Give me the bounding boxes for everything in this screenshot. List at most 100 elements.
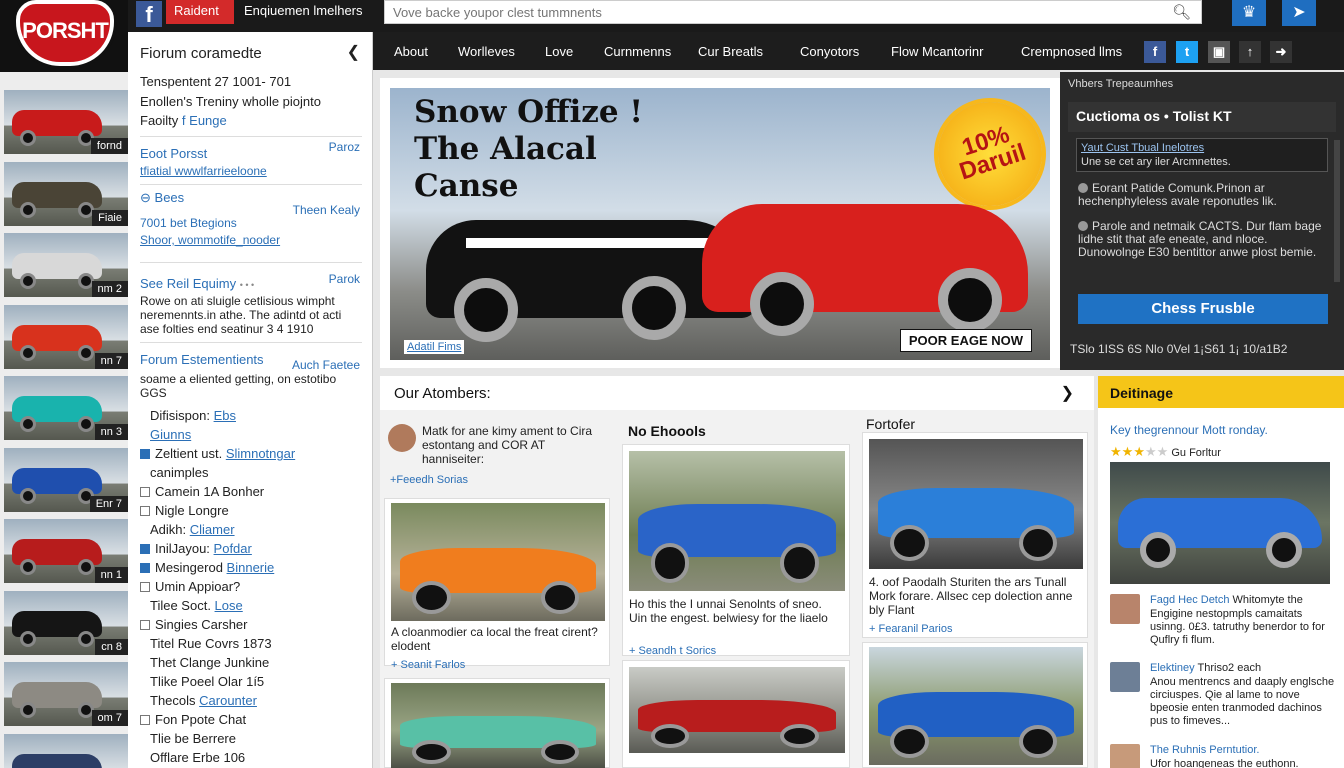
forum-list-item[interactable]: Thecols Carounter xyxy=(150,693,257,708)
forum-list-item[interactable]: Giunns xyxy=(150,427,191,442)
hero-caption-link[interactable]: Adatil Fims xyxy=(404,340,465,354)
top-red-button[interactable]: Raident xyxy=(166,0,234,24)
checkbox[interactable] xyxy=(140,620,150,630)
forum-line-3-link[interactable]: f Eunge xyxy=(182,113,227,128)
intro-link[interactable]: +Feeedh Sorias xyxy=(390,474,468,486)
twitter-icon[interactable]: t xyxy=(1176,41,1198,63)
post-title-link[interactable]: Elektiney xyxy=(1150,662,1195,674)
car-thumbnail[interactable]: nn 3 xyxy=(4,376,128,440)
section-right-link[interactable]: Theen Kealy xyxy=(293,203,360,217)
sidebar-link[interactable]: Key thegrennour Mott ronday. xyxy=(1110,423,1268,437)
list-item-link[interactable]: Lose xyxy=(215,598,243,613)
section-link[interactable]: Shoor, wommotife_nooder xyxy=(140,233,280,247)
checkbox[interactable] xyxy=(140,715,150,725)
forum-list-item[interactable]: Tlie be Berrere xyxy=(150,731,236,746)
camera-icon[interactable]: ▣ xyxy=(1208,41,1230,63)
list-item-link[interactable]: Ebs xyxy=(214,408,236,423)
article-card[interactable]: Ho this the I unnai Senolnts of sneo. Ui… xyxy=(622,444,850,657)
cta-button[interactable]: Chess Frusble xyxy=(1078,294,1328,324)
nav-crempnosed-llms[interactable]: Crempnosed llms xyxy=(1021,44,1122,59)
site-logo[interactable]: PORSHT xyxy=(0,0,128,72)
featured-car-image[interactable] xyxy=(1110,462,1330,584)
car-thumbnail[interactable]: cn 8 xyxy=(4,590,128,655)
checkbox[interactable] xyxy=(140,563,150,573)
forum-list-item[interactable]: Tlike Poeel Olar 1í5 xyxy=(150,674,264,689)
facebook-icon[interactable]: f xyxy=(1144,41,1166,63)
checkbox[interactable] xyxy=(140,506,150,516)
search-icon[interactable]: 🔍︎ xyxy=(1172,3,1191,21)
car-thumbnail[interactable]: fornd xyxy=(4,90,128,154)
section-title[interactable]: See Reil Equimy • • • xyxy=(140,276,254,291)
share-icon[interactable]: ↑ xyxy=(1239,41,1261,63)
section-link[interactable]: tfiatial wwwlfarrieeloone xyxy=(140,164,267,178)
list-item-link[interactable]: Binnerie xyxy=(227,560,275,575)
nav-curnmenns[interactable]: Curnmenns xyxy=(604,44,671,59)
chevron-right-icon[interactable]: ❯ xyxy=(1061,383,1074,403)
car-thumbnail[interactable]: nn 7 xyxy=(4,304,128,369)
list-item-link[interactable]: Slimnotngar xyxy=(226,446,295,461)
car-thumbnail[interactable] xyxy=(4,733,128,768)
sidebar-post[interactable]: The Ruhnis Perntutior. Ufor hoangeneas t… xyxy=(1110,744,1336,768)
chevron-left-icon[interactable]: ❮ xyxy=(347,42,360,62)
list-item-link[interactable]: Pofdar xyxy=(214,541,252,556)
checkbox[interactable] xyxy=(140,449,150,459)
forum-list-item[interactable]: Nigle Longre xyxy=(140,503,229,518)
panel-item[interactable]: Eorant Patide Comunk.Prinon ar hechenphy… xyxy=(1078,182,1328,208)
forum-list-item[interactable]: Zeltient ust. Slimnotngar xyxy=(140,446,295,461)
car-thumbnail[interactable]: Enr 7 xyxy=(4,447,128,512)
nav-love[interactable]: Love xyxy=(545,44,573,59)
post-title-link[interactable]: Fagd Hec Detch xyxy=(1150,594,1229,606)
forum-list-item[interactable]: Fon Ppote Chat xyxy=(140,712,246,727)
nav-flow-mcantorinr[interactable]: Flow Mcantorinr xyxy=(891,44,983,59)
sidebar-post[interactable]: Elektiney Thriso2 each Anou mentrencs an… xyxy=(1110,662,1336,727)
forum-list-item[interactable]: Difisispon: Ebs xyxy=(150,408,236,423)
hero-banner[interactable]: Snow Offize ! The Alacal Canse 10% Darui… xyxy=(380,78,1060,368)
section-title[interactable]: ⊖ Bees xyxy=(140,190,184,206)
car-thumbnail[interactable]: nm 2 xyxy=(4,233,128,297)
car-thumbnail[interactable]: Fiaie xyxy=(4,161,128,226)
car-thumbnail[interactable]: nn 1 xyxy=(4,519,128,583)
checkbox[interactable] xyxy=(140,544,150,554)
card-link[interactable]: + Fearanil Parios xyxy=(869,623,952,635)
panel-box-link[interactable]: Yaut Cust Tbual Inelotres xyxy=(1081,141,1323,155)
list-item-link[interactable]: Giunns xyxy=(150,427,191,442)
article-card[interactable]: A cloanmodier ca local the freat cirent?… xyxy=(384,498,610,671)
nav-about[interactable]: About xyxy=(394,44,428,59)
post-title[interactable]: Fagd Hec Detch Whitomyte the xyxy=(1150,594,1303,606)
trophy-icon[interactable]: ♛ xyxy=(1232,0,1266,26)
post-title-link[interactable]: The Ruhnis Perntutior. xyxy=(1150,744,1259,756)
panel-scrollbar[interactable] xyxy=(1334,140,1340,282)
section-title[interactable]: Forum Estementients xyxy=(140,352,264,367)
send-icon[interactable]: ➤ xyxy=(1282,0,1316,26)
article-card[interactable]: 4. oof Paodalh Sturiten the ars Tunall M… xyxy=(862,432,1088,638)
facebook-icon[interactable]: f xyxy=(136,1,162,27)
article-card[interactable] xyxy=(384,678,610,768)
section-right-link[interactable]: Auch Faetee xyxy=(292,358,360,372)
forward-icon[interactable]: ➜ xyxy=(1270,41,1292,63)
search-input[interactable] xyxy=(385,1,1155,23)
forum-list-item[interactable]: Titel Rue Covrs 1873 xyxy=(150,636,272,651)
article-card[interactable] xyxy=(862,642,1088,768)
hero-ribbon[interactable]: POOR EAGE NOW xyxy=(899,329,1032,352)
checkbox[interactable] xyxy=(140,487,150,497)
section-right-link[interactable]: Paroz xyxy=(329,140,360,154)
section-title[interactable]: Eoot Porsst xyxy=(140,146,207,161)
forum-list-item[interactable]: InilJayou: Pofdar xyxy=(140,541,252,556)
forum-list-item[interactable]: Adikh: Cliamer xyxy=(150,522,235,537)
forum-list-item[interactable]: canimples xyxy=(150,465,209,480)
nav-worlleves[interactable]: Worlleves xyxy=(458,44,515,59)
forum-list-item[interactable]: Thet Clange Junkine xyxy=(150,655,269,670)
card-link[interactable]: + Seandh t Sorics xyxy=(629,645,716,657)
nav-conyotors[interactable]: Conyotors xyxy=(800,44,859,59)
list-item-link[interactable]: Carounter xyxy=(199,693,257,708)
post-title[interactable]: The Ruhnis Perntutior. xyxy=(1150,744,1259,756)
forum-list-item[interactable]: Singies Carsher xyxy=(140,617,248,632)
panel-item[interactable]: Parole and netmaik CACTS. Dur flam bage … xyxy=(1078,220,1328,259)
car-thumbnail[interactable]: om 7 xyxy=(4,662,128,726)
article-card[interactable] xyxy=(622,660,850,768)
post-title[interactable]: Elektiney Thriso2 each xyxy=(1150,662,1261,674)
forum-list-item[interactable]: Camein 1A Bonher xyxy=(140,484,264,499)
nav-cur-breatls[interactable]: Cur Breatls xyxy=(698,44,763,59)
sidebar-post[interactable]: Fagd Hec Detch Whitomyte the Engigine ne… xyxy=(1110,594,1336,654)
forum-list-item[interactable]: Offlare Erbe 106 xyxy=(150,750,245,765)
